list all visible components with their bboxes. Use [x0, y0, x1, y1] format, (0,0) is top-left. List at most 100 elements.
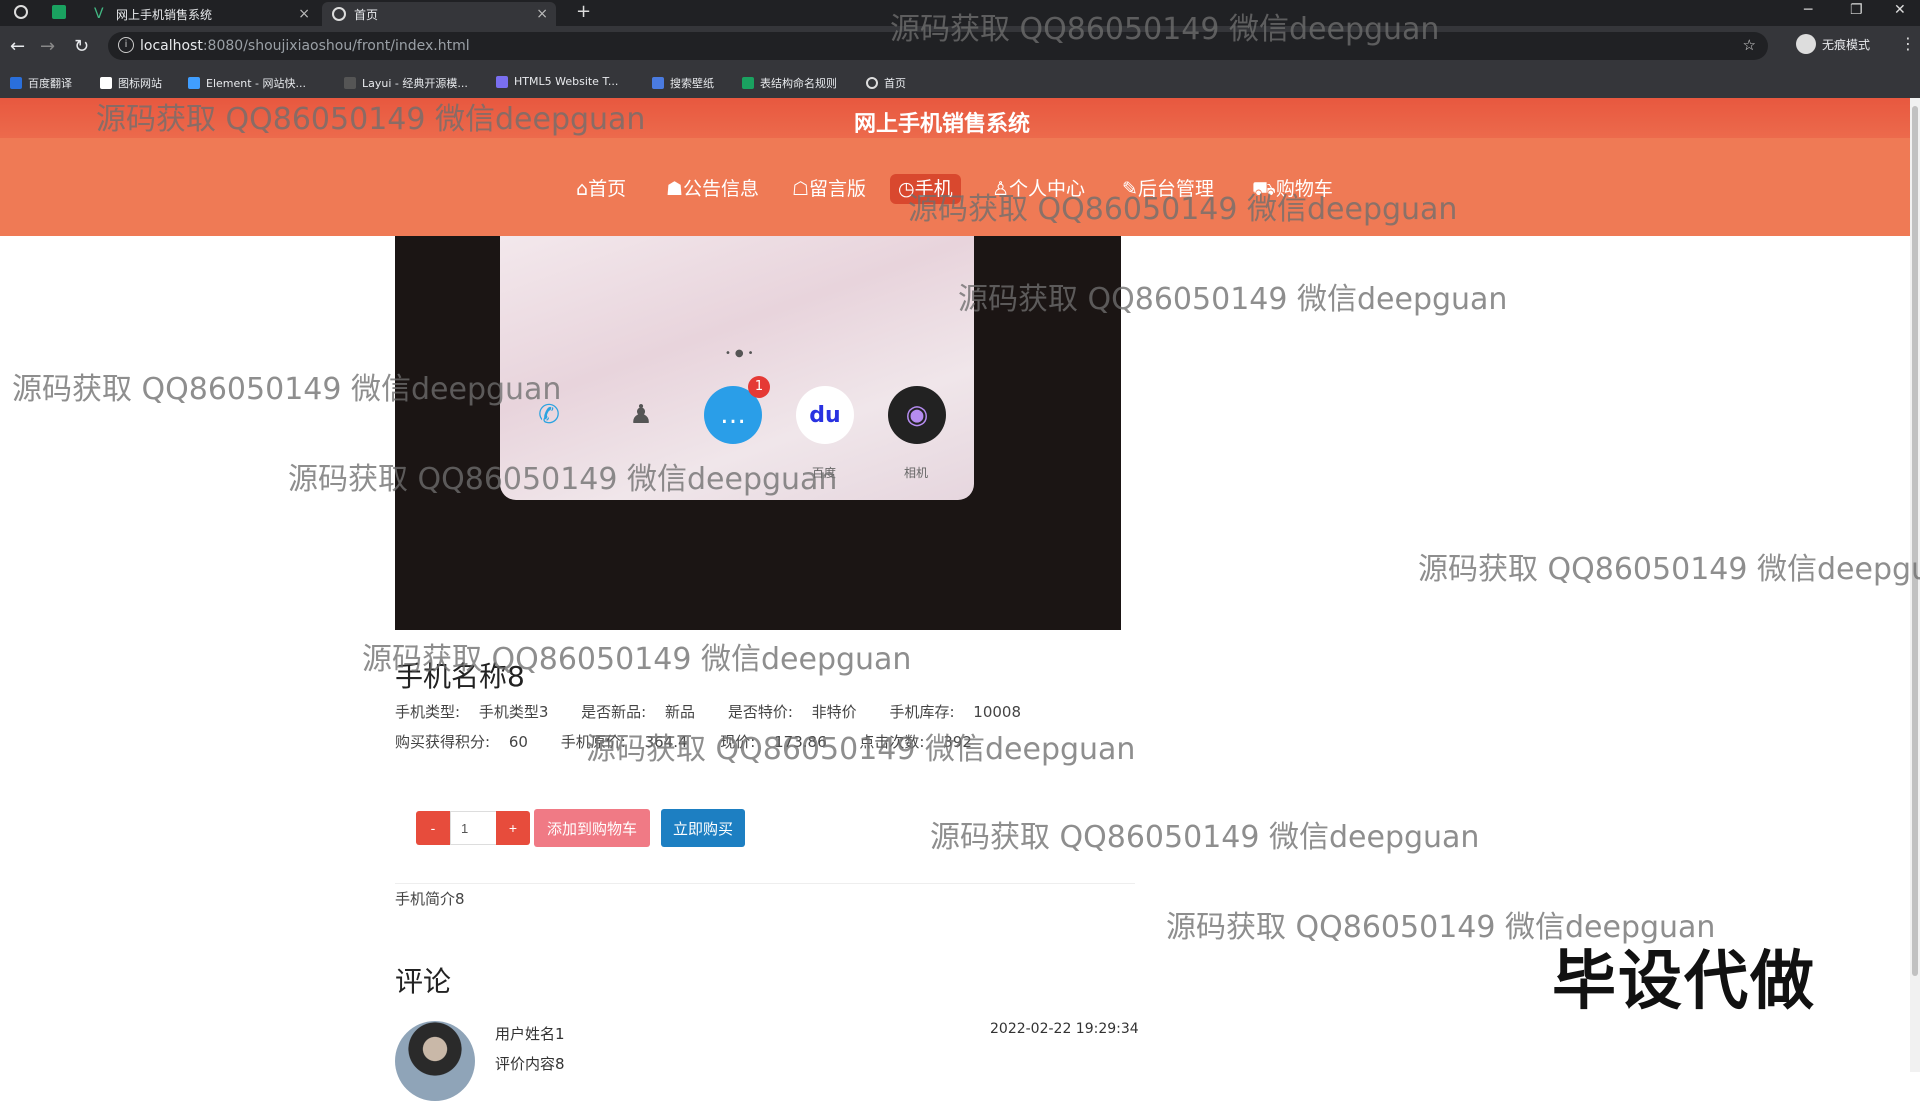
restore-icon[interactable]: ❐: [1850, 2, 1863, 18]
meta-item: 是否新品: 新品: [581, 703, 696, 721]
product-meta-row: 手机类型: 手机类型3 是否新品: 新品 是否特价: 非特价 手机库存: 100…: [395, 701, 1049, 722]
admin-icon: ✎: [1122, 178, 1138, 200]
user-icon: ♙: [992, 178, 1010, 200]
quantity-plus-button[interactable]: +: [496, 811, 530, 845]
cart-icon: ⛟: [1252, 178, 1276, 200]
html5-icon: [496, 75, 508, 88]
bookmark-item[interactable]: 表结构命名规则: [742, 75, 837, 91]
meta-item: 手机类型: 手机类型3: [395, 703, 549, 721]
url-host: localhost: [140, 38, 203, 54]
tab-title: 首页: [354, 7, 379, 22]
wallpaper-icon: [652, 77, 664, 89]
app-label: 相机: [904, 466, 929, 480]
reload-icon[interactable]: ↻: [74, 36, 89, 57]
bookmark-label: 图标网站: [118, 77, 162, 90]
nav-guestbook[interactable]: ☖留言版: [784, 174, 874, 204]
meta-item: 是否特价: 非特价: [727, 703, 857, 721]
main-nav: ⌂首页 ☗公告信息 ☖留言版 ◷手机 ♙个人中心 ✎后台管理 ⛟购物车: [0, 138, 1910, 236]
tab-site[interactable]: V 网上手机销售系统 ×: [84, 2, 318, 26]
site-info-icon[interactable]: i: [118, 37, 134, 53]
nav-label: 手机: [914, 178, 953, 200]
globe-icon: [332, 7, 346, 21]
meta-item: 点击次数: 392: [859, 733, 972, 751]
bookmark-label: Element - 网站快...: [206, 77, 306, 90]
camera-app-icon: ◉: [888, 386, 946, 444]
tab-title: 网上手机销售系统: [116, 7, 213, 22]
phone-screen: •●• ✆ ♟ … 1 du 百度 ◉ 相机: [500, 236, 974, 500]
meta-item: 现价: 173.86: [720, 733, 827, 751]
profile-label[interactable]: 无痕模式: [1822, 36, 1870, 53]
meta-item: 手机原价: 364.4: [560, 733, 688, 751]
product-meta-row: 购买获得积分: 60 手机原价: 364.4 现价: 173.86 点击次数: …: [395, 731, 1000, 752]
browser-logo-icon: [14, 5, 28, 19]
tab-app-icon[interactable]: [52, 5, 66, 19]
message-icon: ☖: [792, 178, 810, 200]
nav-announcements[interactable]: ☗公告信息: [658, 174, 767, 204]
tab-close-icon[interactable]: ×: [298, 6, 310, 22]
product-name: 手机名称8: [395, 660, 525, 693]
bookmark-star-icon[interactable]: ☆: [1743, 36, 1756, 54]
quantity-minus-button[interactable]: -: [416, 811, 450, 845]
nav-label: 个人中心: [1009, 178, 1086, 200]
new-tab-button[interactable]: +: [576, 1, 591, 22]
url-path: :8080/shoujixiaoshou/front/index.html: [202, 38, 470, 54]
call-app-icon: ✆: [538, 400, 560, 430]
meta-item: 手机库存: 10008: [889, 703, 1022, 721]
buy-now-button[interactable]: 立即购买: [661, 809, 745, 847]
promo-stamp: 毕设代做: [1552, 945, 1816, 1019]
nav-label: 公告信息: [683, 178, 760, 200]
app-label: 百度: [812, 466, 837, 480]
home-icon: ⌂: [576, 178, 589, 200]
nav-cart[interactable]: ⛟购物车: [1244, 174, 1341, 204]
tab-home[interactable]: 首页 ×: [322, 2, 556, 26]
contacts-app-icon: ♟: [629, 400, 653, 430]
site-title: 网上手机销售系统: [853, 112, 1030, 137]
bookmark-item[interactable]: HTML5 Website T...: [496, 75, 618, 88]
bookmark-item[interactable]: Element - 网站快...: [188, 75, 306, 91]
forward-icon[interactable]: →: [40, 36, 55, 57]
watermark: 源码获取 QQ86050149 微信deepguan: [1418, 552, 1920, 587]
bookmark-item[interactable]: 首页: [866, 75, 906, 91]
bookmark-label: 首页: [884, 77, 906, 90]
doc-icon: [742, 77, 754, 89]
comment-user: 用户姓名1: [495, 1025, 565, 1043]
bookmark-item[interactable]: 图标网站: [100, 75, 162, 91]
nav-label: 首页: [588, 178, 627, 200]
close-window-icon[interactable]: ✕: [1894, 2, 1906, 18]
bookmarks-bar: 百度翻译 图标网站 Element - 网站快... Layui - 经典开源模…: [0, 66, 1920, 99]
bookmark-item[interactable]: 百度翻译: [10, 75, 72, 91]
comment-time: 2022-02-22 19:29:34: [990, 1021, 1139, 1037]
bookmark-label: Layui - 经典开源模...: [362, 77, 468, 90]
product-image: •●• ✆ ♟ … 1 du 百度 ◉ 相机: [395, 236, 1121, 630]
url-input[interactable]: i localhost:8080/shoujixiaoshou/front/in…: [108, 32, 1768, 60]
address-bar: ← → ↻ i localhost:8080/shoujixiaoshou/fr…: [0, 26, 1920, 66]
add-to-cart-button[interactable]: 添加到购物车: [534, 809, 650, 847]
nav-label: 购物车: [1275, 178, 1333, 200]
site-title-bar: 网上手机销售系统: [0, 98, 1910, 138]
globe-icon: [866, 77, 878, 89]
bookmark-item[interactable]: Layui - 经典开源模...: [344, 75, 468, 91]
flag-icon: [100, 77, 112, 89]
bookmark-label: 搜索壁纸: [670, 77, 714, 90]
incognito-icon[interactable]: [1796, 34, 1816, 54]
nav-home[interactable]: ⌂首页: [568, 174, 634, 204]
minimize-icon[interactable]: ─: [1804, 2, 1812, 18]
product-intro: 手机简介8: [395, 890, 465, 908]
phone-icon: ◷: [898, 178, 915, 200]
bookmark-item[interactable]: 搜索壁纸: [652, 75, 714, 91]
scrollbar-thumb[interactable]: [1912, 106, 1918, 976]
element-icon: [188, 77, 200, 89]
nav-phones[interactable]: ◷手机: [890, 174, 961, 204]
nav-label: 后台管理: [1137, 178, 1214, 200]
bookmark-label: HTML5 Website T...: [514, 75, 619, 88]
nav-admin[interactable]: ✎后台管理: [1114, 174, 1222, 204]
avatar: [395, 1021, 475, 1101]
comment-content: 评价内容8: [495, 1055, 565, 1073]
unread-badge: 1: [748, 376, 770, 398]
tab-close-icon[interactable]: ×: [536, 6, 548, 22]
nav-profile[interactable]: ♙个人中心: [984, 174, 1093, 204]
menu-icon[interactable]: ⋮: [1900, 34, 1916, 53]
divider: [395, 883, 1135, 884]
back-icon[interactable]: ←: [10, 36, 25, 57]
browser-tab-bar: V 网上手机销售系统 × 首页 × + ─ ❐ ✕: [0, 0, 1920, 26]
